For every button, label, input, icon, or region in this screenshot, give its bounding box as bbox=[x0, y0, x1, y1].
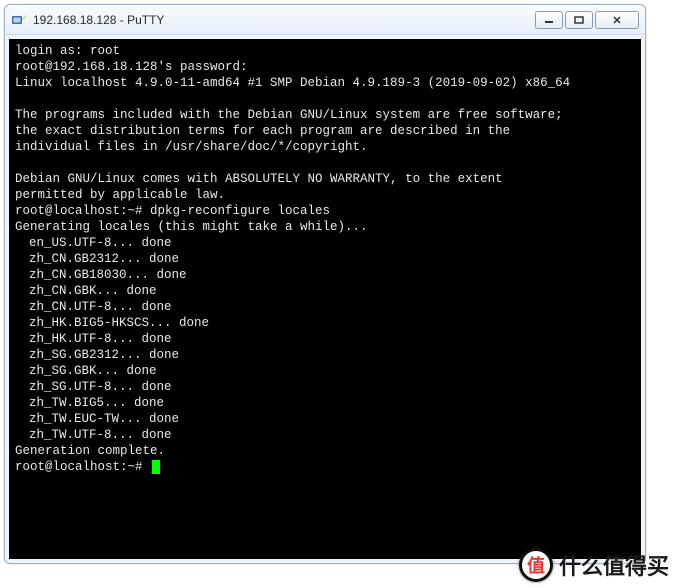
terminal-line: zh_SG.UTF-8... done bbox=[15, 379, 635, 395]
window-control-group bbox=[535, 11, 639, 29]
terminal-line bbox=[15, 91, 635, 107]
terminal-line: Generating locales (this might take a wh… bbox=[15, 219, 635, 235]
terminal-line: the exact distribution terms for each pr… bbox=[15, 123, 635, 139]
terminal-line: zh_CN.GB2312... done bbox=[15, 251, 635, 267]
terminal-line: zh_TW.UTF-8... done bbox=[15, 427, 635, 443]
terminal-line: zh_TW.EUC-TW... done bbox=[15, 411, 635, 427]
terminal-prompt: root@localhost:~# bbox=[15, 460, 150, 474]
terminal-cursor bbox=[152, 460, 160, 474]
terminal-line: zh_CN.UTF-8... done bbox=[15, 299, 635, 315]
terminal-line: Linux localhost 4.9.0-11-amd64 #1 SMP De… bbox=[15, 75, 635, 91]
terminal-output[interactable]: login as: rootroot@192.168.18.128's pass… bbox=[9, 39, 641, 559]
terminal-line: zh_SG.GB2312... done bbox=[15, 347, 635, 363]
terminal-line: zh_SG.GBK... done bbox=[15, 363, 635, 379]
watermark-badge: 值 bbox=[519, 548, 553, 582]
terminal-line bbox=[15, 155, 635, 171]
watermark: 值 什么值得买 bbox=[519, 548, 669, 582]
minimize-button[interactable] bbox=[535, 11, 563, 29]
terminal-line: Generation complete. bbox=[15, 443, 635, 459]
title-bar[interactable]: 192.168.18.128 - PuTTY bbox=[5, 5, 645, 35]
maximize-button[interactable] bbox=[565, 11, 593, 29]
terminal-line: zh_HK.BIG5-HKSCS... done bbox=[15, 315, 635, 331]
terminal-line: en_US.UTF-8... done bbox=[15, 235, 635, 251]
terminal-line: root@localhost:~# dpkg-reconfigure local… bbox=[15, 203, 635, 219]
app-window: 192.168.18.128 - PuTTY login as: rootroo… bbox=[4, 4, 646, 564]
terminal-line: zh_TW.BIG5... done bbox=[15, 395, 635, 411]
terminal-line: zh_CN.GBK... done bbox=[15, 283, 635, 299]
close-button[interactable] bbox=[595, 11, 639, 29]
terminal-line: individual files in /usr/share/doc/*/cop… bbox=[15, 139, 635, 155]
putty-icon bbox=[11, 12, 27, 28]
watermark-text: 什么值得买 bbox=[559, 549, 669, 581]
terminal-line: permitted by applicable law. bbox=[15, 187, 635, 203]
terminal-prompt-line[interactable]: root@localhost:~# bbox=[15, 459, 635, 475]
terminal-line: login as: root bbox=[15, 43, 635, 59]
terminal-line: The programs included with the Debian GN… bbox=[15, 107, 635, 123]
window-title: 192.168.18.128 - PuTTY bbox=[33, 13, 535, 27]
terminal-line: Debian GNU/Linux comes with ABSOLUTELY N… bbox=[15, 171, 635, 187]
terminal-line: root@192.168.18.128's password: bbox=[15, 59, 635, 75]
terminal-line: zh_HK.UTF-8... done bbox=[15, 331, 635, 347]
terminal-line: zh_CN.GB18030... done bbox=[15, 267, 635, 283]
